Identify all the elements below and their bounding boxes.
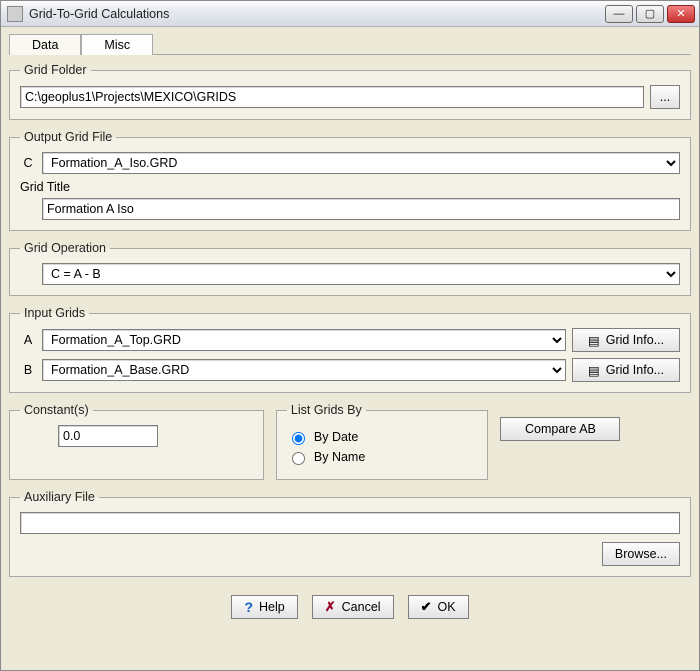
- grid-operation-legend: Grid Operation: [20, 241, 110, 255]
- maximize-button[interactable]: ▢: [636, 5, 664, 23]
- constant-input[interactable]: [58, 425, 158, 447]
- client-area: Data Misc Grid Folder ... Output Grid Fi…: [1, 27, 699, 631]
- grid-operation-select[interactable]: C = A - B: [42, 263, 680, 285]
- grid-folder-input[interactable]: [20, 86, 644, 108]
- help-button[interactable]: ? Help: [231, 595, 297, 619]
- cancel-label: Cancel: [342, 600, 381, 614]
- grid-info-b-button[interactable]: ▤ Grid Info...: [572, 358, 680, 382]
- constants-group: Constant(s): [9, 403, 264, 480]
- grid-title-label: Grid Title: [20, 180, 680, 194]
- auxiliary-file-group: Auxiliary File Browse...: [9, 490, 691, 577]
- grid-title-input[interactable]: [42, 198, 680, 220]
- list-grids-by-legend: List Grids By: [287, 403, 366, 417]
- tab-bar: Data Misc: [9, 33, 691, 55]
- output-letter-c: C: [20, 156, 36, 170]
- input-letter-a: A: [20, 333, 36, 347]
- close-button[interactable]: ✕: [667, 5, 695, 23]
- grid-info-b-label: Grid Info...: [606, 363, 664, 377]
- input-grids-group: Input Grids A Formation_A_Top.GRD ▤ Grid…: [9, 306, 691, 393]
- output-grid-file-legend: Output Grid File: [20, 130, 116, 144]
- compare-ab-button[interactable]: Compare AB: [500, 417, 620, 441]
- cancel-icon: ✗: [325, 599, 336, 615]
- grid-operation-group: Grid Operation C = A - B: [9, 241, 691, 296]
- grid-folder-group: Grid Folder ...: [9, 63, 691, 120]
- check-icon: ✔: [421, 599, 432, 615]
- footer-buttons: ? Help ✗ Cancel ✔ OK: [9, 587, 691, 623]
- app-icon: [7, 6, 23, 22]
- input-grid-b-select[interactable]: Formation_A_Base.GRD: [42, 359, 566, 381]
- constants-legend: Constant(s): [20, 403, 93, 417]
- input-grids-legend: Input Grids: [20, 306, 89, 320]
- auxiliary-browse-button[interactable]: Browse...: [602, 542, 680, 566]
- dialog-window: Grid-To-Grid Calculations — ▢ ✕ Data Mis…: [0, 0, 700, 671]
- title-bar: Grid-To-Grid Calculations — ▢ ✕: [1, 1, 699, 27]
- ok-label: OK: [437, 600, 455, 614]
- help-label: Help: [259, 600, 285, 614]
- output-grid-file-select[interactable]: Formation_A_Iso.GRD: [42, 152, 680, 174]
- input-letter-b: B: [20, 363, 36, 377]
- grid-info-a-label: Grid Info...: [606, 333, 664, 347]
- tab-misc[interactable]: Misc: [81, 34, 153, 55]
- ok-button[interactable]: ✔ OK: [408, 595, 469, 619]
- grid-info-icon: ▤: [588, 363, 600, 378]
- minimize-button[interactable]: —: [605, 5, 633, 23]
- input-grid-a-select[interactable]: Formation_A_Top.GRD: [42, 329, 566, 351]
- help-icon: ?: [244, 599, 253, 615]
- mid-row: Constant(s) List Grids By By Date By Nam…: [9, 403, 691, 490]
- grid-folder-legend: Grid Folder: [20, 63, 91, 77]
- by-date-radio[interactable]: [292, 432, 305, 445]
- grid-info-a-button[interactable]: ▤ Grid Info...: [572, 328, 680, 352]
- output-grid-file-group: Output Grid File C Formation_A_Iso.GRD G…: [9, 130, 691, 231]
- auxiliary-file-legend: Auxiliary File: [20, 490, 99, 504]
- compare-wrap: Compare AB: [500, 403, 691, 490]
- list-grids-by-group: List Grids By By Date By Name: [276, 403, 489, 480]
- by-name-radio[interactable]: [292, 452, 305, 465]
- by-name-label: By Name: [314, 450, 365, 464]
- grid-folder-browse-button[interactable]: ...: [650, 85, 680, 109]
- window-buttons: — ▢ ✕: [605, 5, 695, 23]
- grid-info-icon: ▤: [588, 333, 600, 348]
- auxiliary-file-input[interactable]: [20, 512, 680, 534]
- window-title: Grid-To-Grid Calculations: [29, 7, 605, 21]
- tab-data[interactable]: Data: [9, 34, 81, 55]
- by-date-label: By Date: [314, 430, 358, 444]
- cancel-button[interactable]: ✗ Cancel: [312, 595, 394, 619]
